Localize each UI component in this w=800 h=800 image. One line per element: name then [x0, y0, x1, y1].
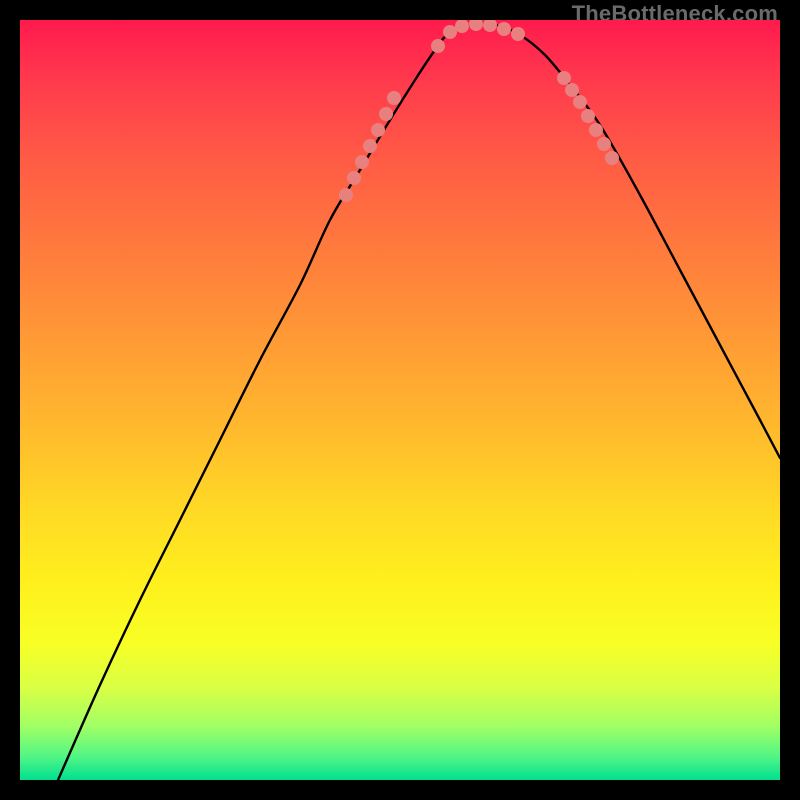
- highlight-dot: [339, 188, 353, 202]
- highlight-dot: [469, 20, 483, 31]
- highlight-dot: [483, 20, 497, 32]
- highlight-dot: [581, 109, 595, 123]
- highlight-dot: [347, 171, 361, 185]
- highlight-dot: [431, 39, 445, 53]
- highlight-dot: [355, 155, 369, 169]
- highlight-dot: [605, 151, 619, 165]
- bottleneck-curve: [58, 24, 780, 780]
- highlight-dot: [557, 71, 571, 85]
- highlight-dot: [589, 123, 603, 137]
- highlight-dot: [455, 20, 469, 33]
- highlight-dot: [597, 137, 611, 151]
- highlight-dot: [371, 123, 385, 137]
- highlight-dot: [363, 139, 377, 153]
- highlight-dot: [565, 83, 579, 97]
- chart-svg: [20, 20, 780, 780]
- highlight-dot: [511, 27, 525, 41]
- highlight-dot: [443, 25, 457, 39]
- highlight-dot: [573, 95, 587, 109]
- highlight-dot: [387, 91, 401, 105]
- highlight-dot: [497, 22, 511, 36]
- chart-frame: [20, 20, 780, 780]
- highlight-dots-group: [339, 20, 619, 202]
- highlight-dot: [379, 107, 393, 121]
